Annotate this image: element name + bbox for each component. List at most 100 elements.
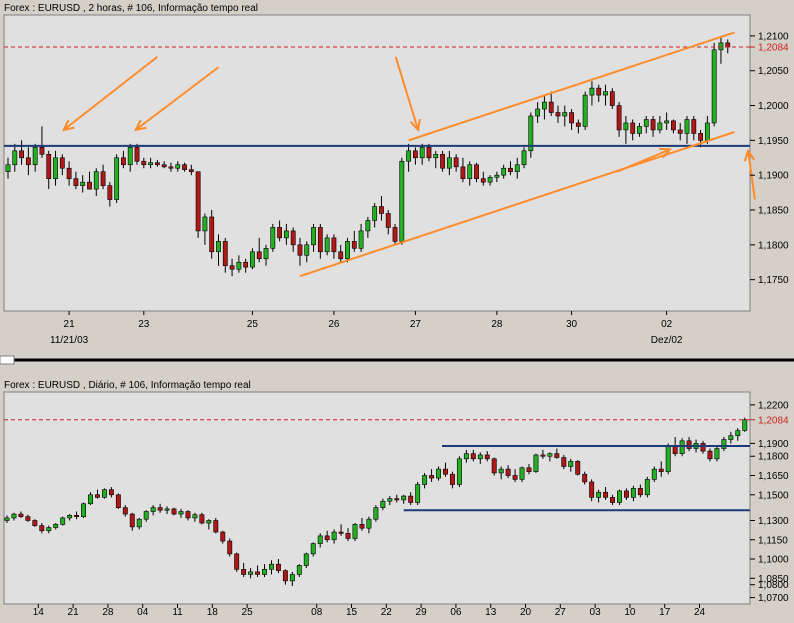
y-tick-label: 1,1800 — [758, 240, 789, 251]
upper-chart-title: Forex : EURUSD , 2 horas, # 106, Informa… — [4, 3, 258, 14]
x-tick-label: 27 — [555, 607, 567, 618]
x-tick-label: 24 — [694, 607, 706, 618]
candle-down — [161, 164, 167, 168]
last-price-label: 1,2084 — [758, 415, 789, 426]
candle-down — [610, 497, 615, 503]
candle-down — [87, 181, 92, 190]
candle-down — [243, 261, 249, 268]
candle-up — [467, 164, 473, 179]
candle-up — [164, 508, 170, 511]
candle-down — [540, 454, 546, 457]
candle-down — [282, 570, 288, 582]
candle-down — [241, 569, 247, 575]
candle-down — [603, 491, 609, 498]
candle-up — [617, 490, 622, 503]
candle-down — [569, 112, 574, 124]
y-tick-label: 1,1150 — [758, 535, 788, 546]
candle-down — [182, 164, 187, 170]
candle-up — [46, 527, 52, 532]
candle-down — [95, 494, 100, 498]
candle-up — [4, 517, 10, 521]
candle-down — [394, 498, 400, 501]
x-tick-label: 20 — [520, 607, 532, 618]
candle-down — [108, 489, 114, 496]
candle-up — [53, 524, 59, 528]
candle-down — [331, 237, 337, 253]
candle-up — [679, 440, 685, 454]
candle-up — [494, 174, 500, 178]
candle-down — [157, 507, 163, 511]
candle-up — [250, 251, 255, 268]
candle-down — [227, 540, 233, 555]
candle-down — [443, 468, 448, 475]
candle-down — [234, 553, 240, 570]
candle-up — [310, 543, 316, 555]
candle-down — [449, 473, 455, 485]
candle-up — [657, 122, 663, 131]
candle-down — [686, 440, 692, 449]
candle-down — [555, 112, 561, 117]
candle-down — [122, 507, 128, 515]
candle-down — [526, 467, 532, 472]
candle-up — [596, 491, 602, 498]
candle-up — [60, 517, 66, 525]
candle-up — [433, 153, 439, 159]
candle-down — [25, 157, 31, 166]
candle-up — [446, 157, 452, 169]
y-tick-label: 1,1800 — [758, 452, 789, 463]
x-tick-label: 30 — [566, 319, 578, 330]
x-tick-label: 23 — [138, 319, 150, 330]
x-tick-label: 06 — [450, 607, 462, 618]
last-price-label: 1,2084 — [758, 43, 789, 54]
y-tick-label: 1,1750 — [758, 275, 789, 286]
candle-down — [453, 157, 459, 168]
candle-up — [331, 531, 337, 541]
candle-down — [596, 87, 602, 96]
candle-down — [19, 150, 24, 159]
candle-up — [547, 453, 553, 457]
candle-down — [73, 178, 79, 186]
candle-down — [440, 153, 445, 169]
candle-down — [575, 461, 581, 475]
candle-up — [498, 468, 504, 474]
candle-down — [129, 513, 135, 528]
candle-down — [561, 457, 567, 467]
candle-down — [317, 227, 323, 253]
candle-up — [216, 241, 221, 253]
y-tick-label: 1,1900 — [758, 171, 789, 182]
candle-down — [630, 122, 636, 134]
candle-down — [484, 454, 490, 460]
candle-up — [651, 468, 657, 480]
candle-up — [175, 164, 181, 169]
x-tick-label: 29 — [416, 607, 428, 618]
candle-up — [304, 244, 310, 256]
candle-down — [548, 101, 554, 113]
candle-up — [477, 454, 483, 460]
pane-splitter[interactable] — [0, 354, 794, 366]
candle-down — [141, 160, 147, 166]
candle-up — [12, 150, 18, 166]
candle-up — [269, 563, 274, 570]
candle-up — [487, 176, 493, 183]
candle-down — [480, 178, 486, 183]
candle-up — [311, 227, 316, 246]
candle-up — [303, 553, 309, 566]
candle-up — [419, 147, 425, 159]
splitter-handle[interactable] — [0, 355, 15, 365]
x-tick-label: 03 — [590, 607, 602, 618]
candle-down — [121, 157, 126, 166]
x-tick-label: 14 — [33, 607, 45, 618]
candle-up — [568, 461, 574, 467]
candle-up — [317, 535, 323, 544]
candle-down — [392, 227, 398, 242]
candle-up — [248, 571, 254, 575]
y-tick-label: 1,2100 — [758, 31, 789, 42]
x-tick-label: 04 — [137, 607, 149, 618]
candle-up — [456, 458, 462, 485]
candle-down — [255, 571, 261, 575]
candle-up — [148, 162, 153, 166]
candle-down — [677, 129, 683, 134]
candle-down — [554, 453, 560, 458]
candle-down — [209, 216, 215, 253]
candle-up — [263, 248, 269, 260]
